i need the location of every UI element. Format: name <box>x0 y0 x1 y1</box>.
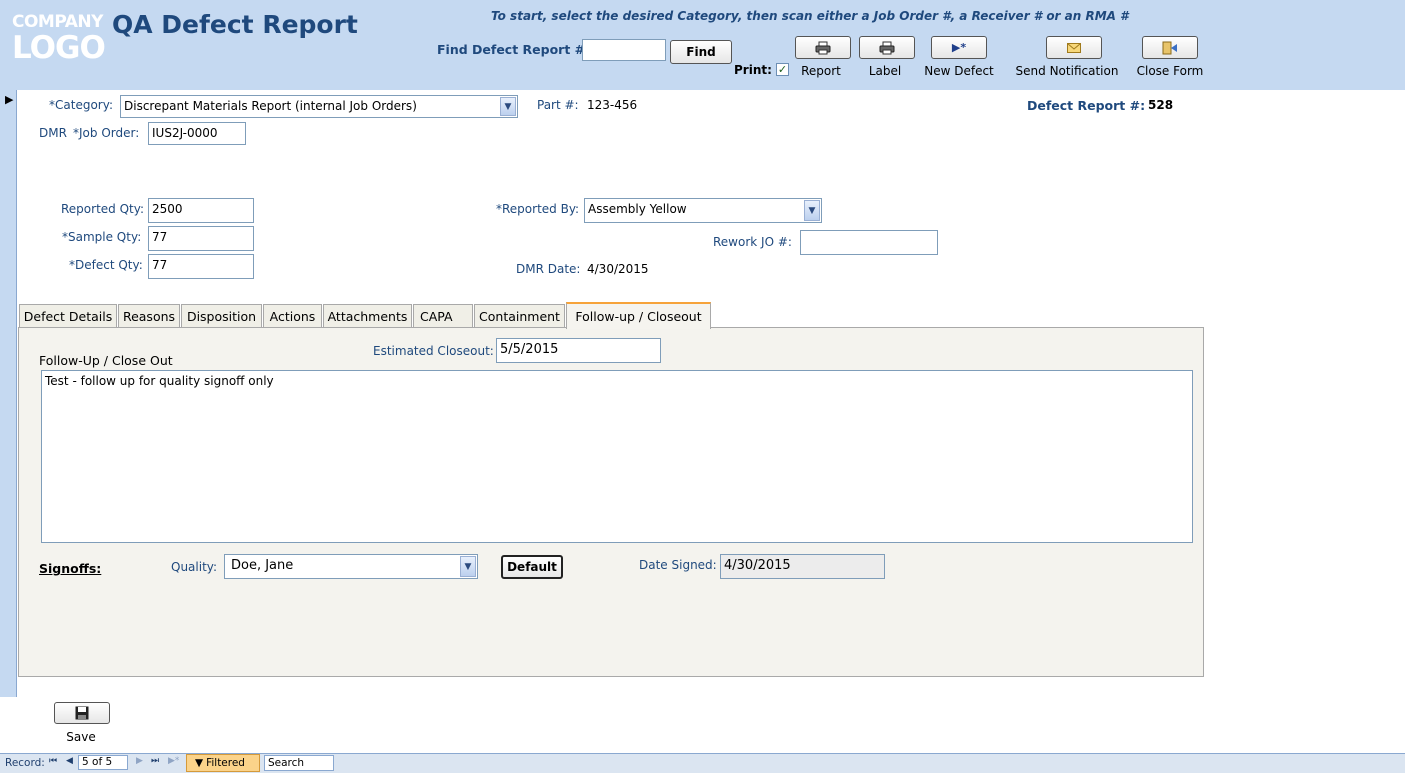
label-button[interactable] <box>859 36 915 59</box>
job-order-label: *Job Order: <box>73 126 140 140</box>
close-form-icon <box>1162 41 1177 54</box>
new-record-icon: ▶* <box>951 41 967 54</box>
defect-report-label: Defect Report #: <box>1027 98 1146 113</box>
category-value: Discrepant Materials Report (internal Jo… <box>124 99 417 113</box>
find-defect-label: Find Defect Report #: <box>437 42 591 57</box>
logo-line1: COMPANY <box>12 12 103 32</box>
dmr-prefix: DMR <box>39 126 67 140</box>
tab-follow-up-closeout[interactable]: Follow-up / Closeout <box>566 302 711 329</box>
date-signed-label: Date Signed: <box>639 558 717 572</box>
first-record-icon[interactable]: ⏮ <box>49 756 57 766</box>
job-order-input[interactable]: IUS2J-0000 <box>148 122 246 145</box>
tab-defect-details[interactable]: Defect Details <box>19 304 117 328</box>
company-logo: COMPANY LOGO <box>12 12 106 66</box>
tab-disposition[interactable]: Disposition <box>181 304 262 328</box>
record-label: Record: <box>5 757 45 769</box>
new-defect-button[interactable]: ▶* <box>931 36 987 59</box>
last-record-icon[interactable]: ⏭ <box>151 756 159 766</box>
filtered-label: Filtered <box>206 757 245 769</box>
page-title: QA Defect Report <box>112 10 358 39</box>
filtered-toggle[interactable]: ▼ Filtered <box>186 754 260 772</box>
print-label: Print: <box>734 63 772 77</box>
reported-by-value: Assembly Yellow <box>588 202 687 216</box>
record-number-input[interactable]: 5 of 5 <box>78 755 128 770</box>
current-record-icon: ▶ <box>5 93 14 106</box>
print-checkbox[interactable]: ✓ <box>776 63 789 76</box>
close-form-button[interactable] <box>1142 36 1198 59</box>
reported-by-select[interactable]: Assembly Yellow ▼ <box>584 198 822 223</box>
date-signed-field: 4/30/2015 <box>720 554 885 579</box>
rework-jo-label: Rework JO #: <box>713 235 792 249</box>
tab-attachments[interactable]: Attachments <box>323 304 412 328</box>
printer-icon <box>879 41 895 54</box>
previous-record-icon[interactable]: ◀ <box>66 756 73 766</box>
filter-icon: ▼ <box>195 757 204 769</box>
send-notification-button[interactable] <box>1046 36 1102 59</box>
signoffs-label: Signoffs: <box>39 561 102 576</box>
new-defect-label: New Defect <box>924 64 994 78</box>
dmr-date-label: DMR Date: <box>516 262 581 276</box>
save-label: Save <box>66 730 96 744</box>
estimated-closeout-label: Estimated Closeout: <box>373 344 494 358</box>
record-selector[interactable] <box>0 90 17 697</box>
close-form-label: Close Form <box>1136 64 1204 78</box>
chevron-down-icon[interactable]: ▼ <box>500 97 516 116</box>
search-input[interactable]: Search <box>264 755 334 771</box>
find-button[interactable]: Find <box>670 40 732 64</box>
part-label: Part #: <box>537 98 579 112</box>
label-label: Label <box>868 64 902 78</box>
send-notification-label: Send Notification <box>1015 64 1119 78</box>
report-button[interactable] <box>795 36 851 59</box>
sample-qty-label: *Sample Qty: <box>62 230 142 244</box>
defect-report-number: 528 <box>1148 98 1174 112</box>
quality-value: Doe, Jane <box>231 558 294 573</box>
rework-jo-input[interactable] <box>800 230 938 255</box>
reported-qty-input[interactable]: 2500 <box>148 198 254 223</box>
defect-qty-label: *Defect Qty: <box>69 258 143 272</box>
category-label: *Category: <box>49 98 113 112</box>
save-button[interactable] <box>54 702 110 724</box>
chevron-down-icon[interactable]: ▼ <box>804 200 820 221</box>
next-record-icon[interactable]: ▶ <box>136 756 143 766</box>
follow-up-notes-textarea[interactable]: Test - follow up for quality signoff onl… <box>41 370 1193 543</box>
instruction-text: To start, select the desired Category, t… <box>491 9 1129 23</box>
tab-capa[interactable]: CAPA <box>413 304 473 328</box>
tab-reasons[interactable]: Reasons <box>118 304 180 328</box>
reported-qty-label: Reported Qty: <box>61 202 145 216</box>
new-record-nav-icon[interactable]: ▶* <box>168 756 179 766</box>
follow-up-section-label: Follow-Up / Close Out <box>39 353 173 368</box>
reported-by-label: *Reported By: <box>496 202 580 216</box>
sample-qty-input[interactable]: 77 <box>148 226 254 251</box>
defect-qty-input[interactable]: 77 <box>148 254 254 279</box>
part-value: 123-456 <box>587 98 638 112</box>
default-button[interactable]: Default <box>501 555 563 579</box>
quality-select[interactable]: Doe, Jane ▼ <box>224 554 478 579</box>
tab-actions[interactable]: Actions <box>263 304 322 328</box>
report-label: Report <box>801 64 841 78</box>
estimated-closeout-input[interactable]: 5/5/2015 <box>496 338 661 363</box>
floppy-disk-icon <box>75 706 89 720</box>
quality-label: Quality: <box>171 560 218 574</box>
dmr-date-value: 4/30/2015 <box>587 262 649 276</box>
category-select[interactable]: Discrepant Materials Report (internal Jo… <box>120 95 518 118</box>
logo-line2: LOGO <box>12 30 106 66</box>
tab-containment[interactable]: Containment <box>474 304 565 328</box>
chevron-down-icon[interactable]: ▼ <box>460 556 476 577</box>
find-defect-input[interactable] <box>582 39 666 61</box>
envelope-icon <box>1067 42 1081 53</box>
printer-icon <box>815 41 831 54</box>
